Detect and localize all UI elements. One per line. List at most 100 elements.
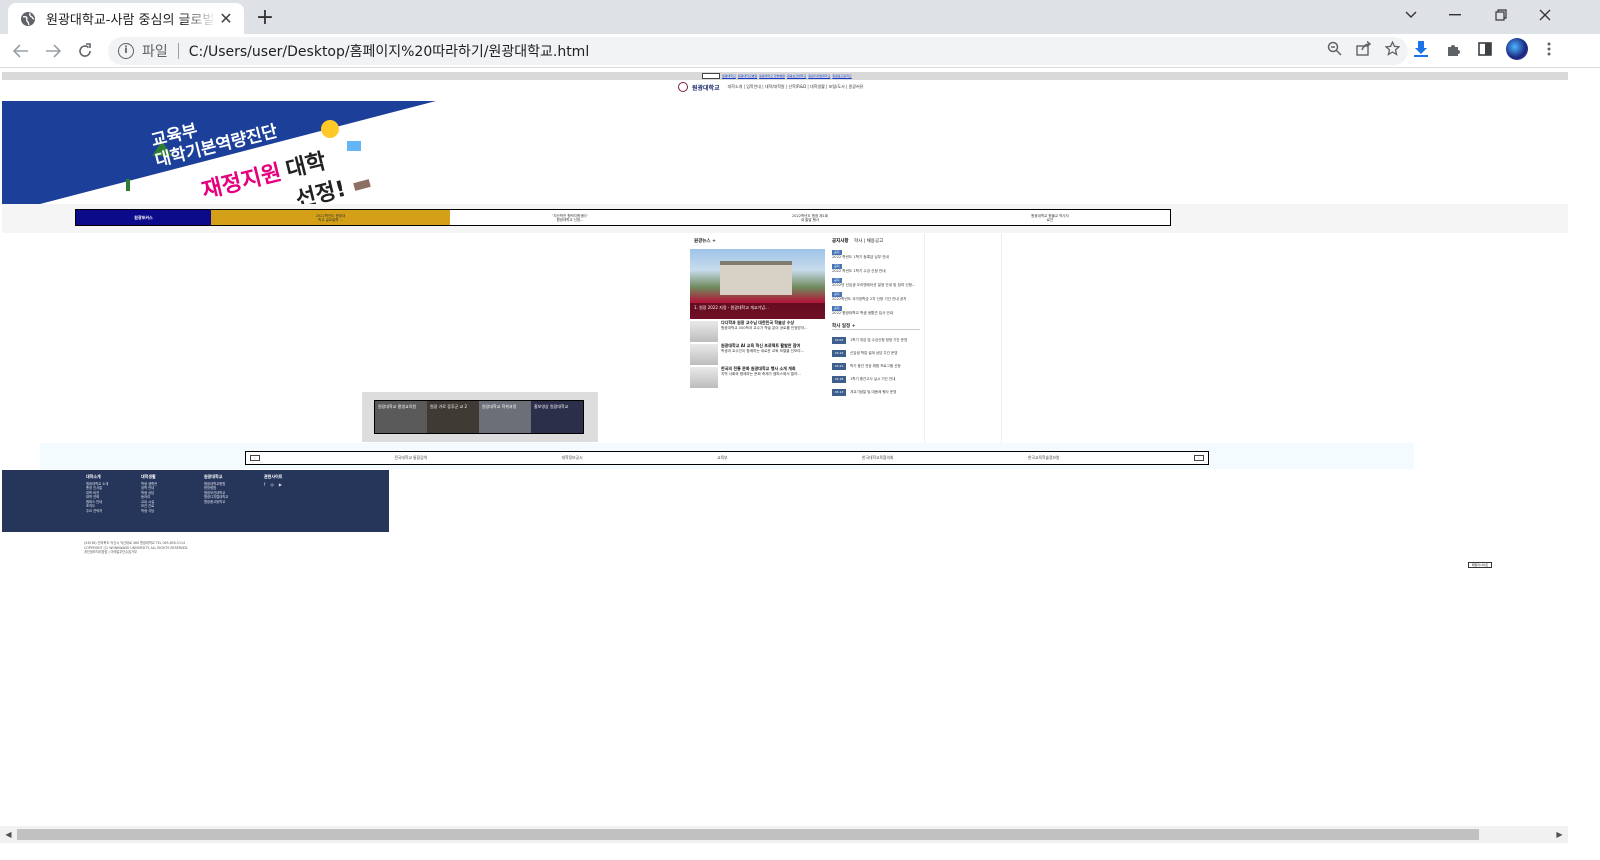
news-section: 원광뉴스 + 1. 원광 2022 지정 - 원광대학교 개교기념... 다다학…	[690, 234, 826, 456]
footer-link[interactable]: 원광디지털대학교	[204, 495, 228, 500]
related-site-link[interactable]: 한국교육학술정보원	[1028, 455, 1059, 461]
focus-item-line: 학교 글로벌학 ...	[318, 217, 343, 222]
scroll-left-icon[interactable]: ◀	[0, 826, 17, 843]
event-item[interactable]: 04.18 1학기 중간고사 실시 기간 안내	[832, 376, 922, 383]
news-body: 원광대학교 000학과 교수가 학술 분야 공로를 인정받아...	[721, 325, 808, 330]
news-body: 학생과 교수진이 함께하는 새로운 교육 모델을 선보여...	[721, 348, 805, 353]
university-logo-icon[interactable]	[678, 82, 688, 92]
tab-jobs[interactable]: 채용공고	[867, 239, 884, 244]
event-item[interactable]: 03.14 신입생 학업 설계 상담 주간 운영	[832, 350, 922, 357]
profile-avatar[interactable]	[1506, 38, 1528, 60]
family-site-button[interactable]: 패밀리사이트	[1468, 562, 1492, 568]
side-panel-icon[interactable]	[1474, 38, 1496, 60]
footer-heading: 대학소개	[86, 474, 101, 479]
new-tab-button[interactable]: +	[252, 6, 278, 32]
zoom-icon[interactable]	[1327, 41, 1342, 60]
instagram-icon[interactable]: ◎	[270, 482, 274, 488]
related-site-link[interactable]: 전국대학교 통합검색	[394, 455, 427, 461]
news-item[interactable]: 다다학과 원광 교수님 대한민국 학술상 수상 원광대학교 000학과 교수가 …	[690, 320, 825, 342]
news-title: 다다학과 원광 교수님 대한민국 학술상 수상	[721, 320, 795, 325]
news-item[interactable]: 한국의 전통 문화 원광대학교 행사 소개 개최 지역 사회와 함께하는 문화 …	[690, 366, 825, 388]
url-text[interactable]: C:/Users/user/Desktop/홈페이지%20따라하기/원광대학교.…	[189, 41, 589, 61]
scroll-right-icon[interactable]: ▶	[1551, 826, 1568, 843]
utility-link[interactable]: 원광대학교 한방병원	[759, 74, 785, 78]
main-menu[interactable]: 대학소개 | 입학안내 | 대학/대학원 | 산학/R&D | 대학생활 | 포…	[728, 84, 864, 90]
news-heading[interactable]: 원광뉴스 +	[694, 238, 716, 244]
utility-link[interactable]: 원광중고등학교	[832, 74, 851, 78]
promo-segment[interactable]: 원광대학교 평생교육원	[375, 401, 427, 433]
footer-heading: 관련사이트	[264, 474, 283, 479]
forward-arrow-icon[interactable]	[40, 38, 66, 64]
news-item[interactable]: 원광대학교 AI 교육 혁신 프로젝트 활발한 참여 학생과 교수진이 함께하는…	[690, 343, 825, 365]
focus-item-line: 료관	[1046, 217, 1054, 222]
footer-link[interactable]: 주요 연락처	[86, 509, 108, 514]
tab-academic[interactable]: 학사	[854, 239, 862, 244]
kebab-menu-icon[interactable]	[1538, 38, 1560, 60]
event-item[interactable]: 05.13 개교기념일 및 대동제 행사 운영	[832, 389, 922, 396]
event-text: 개교기념일 및 대동제 행사 운영	[850, 390, 897, 395]
event-text: 1학기 개강 및 수강신청 정정 기간 운영	[850, 338, 908, 343]
hero-banner[interactable]: 교육부 대학기본역량진단 일반 재정지원 대학 선정!	[2, 101, 436, 204]
notice-item[interactable]: 공지 2022학년도 국가장학금 2차 신청 기간 안내 공지	[832, 292, 920, 302]
extensions-puzzle-icon[interactable]	[1442, 38, 1464, 60]
site-info-icon[interactable]: i	[118, 43, 134, 59]
back-arrow-icon[interactable]	[8, 38, 34, 64]
related-site-link[interactable]: 한국대학교육협의회	[862, 455, 893, 461]
promo-segment[interactable]: 홍보영상 원광대학교	[531, 401, 583, 433]
copyright-line: (54538) 전라북도 익산시 익산대로 460 원광대학교 TEL 063-…	[84, 541, 186, 545]
tab-search-icon[interactable]	[1388, 0, 1434, 30]
event-date: 05.13	[832, 389, 846, 396]
focus-item[interactable]: 2022학년도 원광대 학교 글로벌학 ...	[211, 210, 450, 225]
tab-title: 원광대학교-사람 중심의 글로벌	[46, 13, 215, 28]
event-item[interactable]: 03.02 1학기 개강 및 수강신청 정정 기간 운영	[832, 337, 922, 344]
focus-item[interactable]: 원광대학교 원불교 역사자 료관	[930, 210, 1170, 225]
events-heading[interactable]: 학사 일정 +	[832, 323, 920, 330]
share-icon[interactable]	[1356, 40, 1372, 60]
promo-segment[interactable]: 원광대학교 학위과정	[479, 401, 531, 433]
news-featured-photo[interactable]: 1. 원광 2022 지정 - 원광대학교 개교기념...	[690, 249, 825, 319]
focus-bar: 원광포커스 2022학년도 원광대 학교 글로벌학 ... '지산학연 협력지원…	[75, 209, 1171, 226]
close-tab-icon[interactable]: ✕	[216, 9, 236, 29]
site-header: 원광대학교 대학소개 | 입학안내 | 대학/대학원 | 산학/R&D | 대학…	[678, 82, 863, 92]
bookmark-star-icon[interactable]	[1384, 40, 1401, 60]
footer-link[interactable]: 원광중고등학교	[204, 500, 228, 505]
footer-heading: 대학생활	[141, 474, 156, 479]
logo-text[interactable]: 원광대학교	[692, 83, 720, 92]
minimize-icon[interactable]	[1432, 0, 1478, 30]
copyright-line[interactable]: 개인정보처리방침 | 이메일무단수집거부	[84, 550, 188, 555]
horizontal-scrollbar[interactable]: ◀ ▶	[0, 826, 1568, 843]
news-item-text: 한국의 전통 문화 원광대학교 행사 소개 개최 지역 사회와 함께하는 문화 …	[721, 366, 801, 388]
next-arrow-icon[interactable]: ›	[1193, 455, 1204, 461]
youtube-icon[interactable]: ▶	[279, 482, 282, 488]
related-site-link[interactable]: 교육부	[717, 455, 727, 461]
reload-icon[interactable]	[72, 38, 98, 64]
utility-link[interactable]: 원광대학교	[722, 74, 736, 78]
tab-notice[interactable]: 공지사항	[832, 239, 849, 244]
download-icon[interactable]	[1410, 38, 1432, 60]
notice-item[interactable]: 공지 2022 원광대학교 학생 생활관 입사 안내	[832, 306, 920, 316]
notice-item[interactable]: 공지 2022 학년도 1학기 등록금 납부 안내	[832, 250, 920, 260]
browser-tab[interactable]: 원광대학교-사람 중심의 글로벌 ✕	[8, 3, 244, 34]
event-item[interactable]: 03.21 학기 중간 전공 체험 프로그램 신청	[832, 363, 922, 370]
related-site-link[interactable]: 대학정보공시	[562, 455, 583, 461]
focus-item[interactable]: 2022학년도 원광 제1회 새 출발 행사	[690, 210, 930, 225]
facebook-icon[interactable]: f	[264, 482, 265, 488]
notice-item[interactable]: 공지 2022년 신입생 오리엔테이션 일정 안내 및 참여 신청...	[832, 278, 920, 288]
utility-toggle-button[interactable]	[702, 73, 720, 79]
close-window-icon[interactable]	[1522, 0, 1568, 30]
news-thumbnail	[690, 321, 718, 342]
utility-link[interactable]: 원광디지털대학교	[808, 74, 830, 78]
footer-link[interactable]: 학생 식당	[141, 509, 157, 514]
scrollbar-thumb[interactable]	[17, 829, 1479, 840]
footer-column: 관련사이트 f ◎ ▶	[264, 474, 283, 488]
prev-arrow-icon[interactable]: ‹	[250, 455, 260, 461]
promo-segment[interactable]: 원광 가로 증후군 교 2	[427, 401, 479, 433]
notice-item[interactable]: 공지 2022 학년도 1학기 수강 신청 안내	[832, 264, 920, 274]
restore-icon[interactable]	[1478, 0, 1524, 30]
news-item-text: 다다학과 원광 교수님 대한민국 학술상 수상 원광대학교 000학과 교수가 …	[721, 320, 808, 342]
focus-item[interactable]: '지산학연 협력지원센터' 원광대학교 선정...	[450, 210, 690, 225]
event-text: 1학기 중간고사 실시 기간 안내	[850, 377, 896, 382]
utility-link[interactable]: 원광대학교병원	[738, 74, 757, 78]
address-bar[interactable]: i 파일 C:/Users/user/Desktop/홈페이지%20따라하기/원…	[108, 37, 1408, 65]
utility-link[interactable]: 원광보건대학교	[787, 74, 806, 78]
